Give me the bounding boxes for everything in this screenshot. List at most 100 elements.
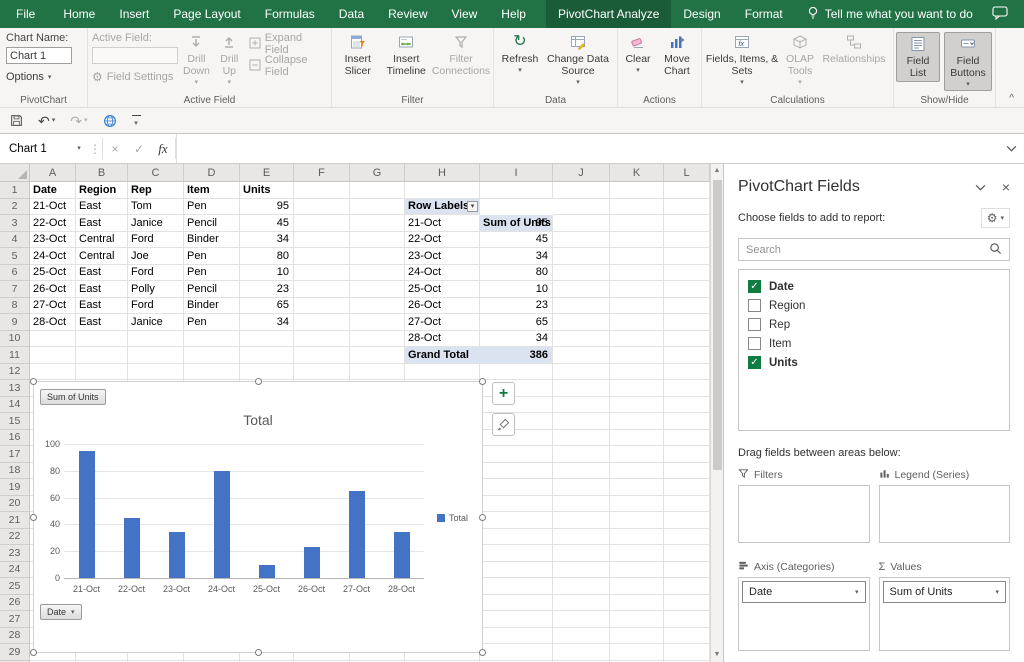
- cell-L14[interactable]: [664, 397, 710, 414]
- row-header-14[interactable]: 14: [0, 397, 30, 414]
- row-header-29[interactable]: 29: [0, 644, 30, 661]
- cell-I29[interactable]: [480, 644, 553, 661]
- cell-L3[interactable]: [664, 215, 710, 232]
- cell-K23[interactable]: [610, 545, 664, 562]
- cell-F12[interactable]: [294, 364, 350, 381]
- ribbon-tab-home[interactable]: Home: [51, 0, 107, 28]
- cell-L15[interactable]: [664, 413, 710, 430]
- cell-F1[interactable]: [294, 182, 350, 199]
- field-item-region[interactable]: Region: [748, 296, 1000, 315]
- cell-E8[interactable]: 65: [240, 298, 294, 315]
- row-header-13[interactable]: 13: [0, 380, 30, 397]
- cell-B10[interactable]: [76, 331, 128, 348]
- chart-legend[interactable]: Total: [437, 513, 468, 523]
- pane-options-chevron-icon[interactable]: [975, 184, 986, 191]
- cell-J22[interactable]: [553, 529, 610, 546]
- cell-E4[interactable]: 34: [240, 232, 294, 249]
- pivot-chart[interactable]: Sum of Units Total 02040608010021-Oct22-…: [33, 381, 483, 653]
- cell-K10[interactable]: [610, 331, 664, 348]
- cell-I20[interactable]: [480, 496, 553, 513]
- chart-resize-handle[interactable]: [30, 378, 37, 385]
- cell-J16[interactable]: [553, 430, 610, 447]
- cell-C3[interactable]: Janice: [128, 215, 184, 232]
- filters-drop-zone[interactable]: [738, 485, 870, 543]
- customize-quick-access-toolbar-button[interactable]: ▾: [132, 115, 141, 127]
- cell-I18[interactable]: [480, 463, 553, 480]
- chart-resize-handle[interactable]: [30, 514, 37, 521]
- cell-D9[interactable]: Pen: [184, 314, 240, 331]
- cell-C12[interactable]: [128, 364, 184, 381]
- cell-E2[interactable]: 95: [240, 199, 294, 216]
- cell-K19[interactable]: [610, 479, 664, 496]
- field-item-date[interactable]: ✓Date: [748, 277, 1000, 296]
- column-header-A[interactable]: A: [30, 164, 76, 182]
- column-header-C[interactable]: C: [128, 164, 184, 182]
- cell-A12[interactable]: [30, 364, 76, 381]
- cell-L17[interactable]: [664, 446, 710, 463]
- cell-J19[interactable]: [553, 479, 610, 496]
- bar-23-Oct[interactable]: [169, 532, 185, 578]
- cell-J25[interactable]: [553, 578, 610, 595]
- column-header-I[interactable]: I: [480, 164, 553, 182]
- collapse-field-button[interactable]: Collapse Field: [246, 57, 329, 75]
- cell-B3[interactable]: East: [76, 215, 128, 232]
- cell-K14[interactable]: [610, 397, 664, 414]
- cell-K28[interactable]: [610, 628, 664, 645]
- cell-I21[interactable]: [480, 512, 553, 529]
- cell-A1[interactable]: Date: [30, 182, 76, 199]
- chart-resize-handle[interactable]: [30, 649, 37, 656]
- column-header-J[interactable]: J: [553, 164, 610, 182]
- cell-L9[interactable]: [664, 314, 710, 331]
- ribbon-tab-page-layout[interactable]: Page Layout: [161, 0, 252, 28]
- cell-L11[interactable]: [664, 347, 710, 364]
- legend-drop-zone[interactable]: [879, 485, 1011, 543]
- name-box[interactable]: Chart 1: [0, 134, 70, 163]
- cell-G5[interactable]: [350, 248, 405, 265]
- cell-J23[interactable]: [553, 545, 610, 562]
- row-header-27[interactable]: 27: [0, 611, 30, 628]
- cell-K5[interactable]: [610, 248, 664, 265]
- column-header-E[interactable]: E: [240, 164, 294, 182]
- cell-I24[interactable]: [480, 562, 553, 579]
- ribbon-tab-data[interactable]: Data: [327, 0, 376, 28]
- field-checkbox-date[interactable]: ✓: [748, 280, 761, 293]
- cell-C10[interactable]: [128, 331, 184, 348]
- cell-L10[interactable]: [664, 331, 710, 348]
- cell-J20[interactable]: [553, 496, 610, 513]
- row-header-16[interactable]: 16: [0, 430, 30, 447]
- row-header-5[interactable]: 5: [0, 248, 30, 265]
- bar-24-Oct[interactable]: [214, 471, 230, 578]
- cell-L24[interactable]: [664, 562, 710, 579]
- cell-E11[interactable]: [240, 347, 294, 364]
- cell-H6[interactable]: 24-Oct: [405, 265, 480, 282]
- cell-A3[interactable]: 22-Oct: [30, 215, 76, 232]
- cell-L26[interactable]: [664, 595, 710, 612]
- cell-G6[interactable]: [350, 265, 405, 282]
- cell-G2[interactable]: [350, 199, 405, 216]
- cell-K13[interactable]: [610, 380, 664, 397]
- cell-C5[interactable]: Joe: [128, 248, 184, 265]
- values-drop-zone[interactable]: Sum of Units▾: [879, 577, 1011, 651]
- row-header-18[interactable]: 18: [0, 463, 30, 480]
- cell-K12[interactable]: [610, 364, 664, 381]
- cell-H11[interactable]: Grand Total: [405, 347, 480, 364]
- column-header-L[interactable]: L: [664, 164, 710, 182]
- cell-C8[interactable]: Ford: [128, 298, 184, 315]
- relationships-button[interactable]: Relationships: [820, 31, 888, 67]
- cell-C1[interactable]: Rep: [128, 182, 184, 199]
- chart-styles-button[interactable]: [492, 413, 515, 436]
- cell-E7[interactable]: 23: [240, 281, 294, 298]
- cell-L6[interactable]: [664, 265, 710, 282]
- cell-K22[interactable]: [610, 529, 664, 546]
- row-header-19[interactable]: 19: [0, 479, 30, 496]
- cell-I22[interactable]: [480, 529, 553, 546]
- column-header-D[interactable]: D: [184, 164, 240, 182]
- cell-I4[interactable]: 45: [480, 232, 553, 249]
- cell-K20[interactable]: [610, 496, 664, 513]
- select-all-corner[interactable]: [0, 164, 30, 182]
- cell-L2[interactable]: [664, 199, 710, 216]
- redo-button[interactable]: ↷▾: [70, 114, 87, 128]
- cell-H12[interactable]: [405, 364, 480, 381]
- cell-G10[interactable]: [350, 331, 405, 348]
- cell-J11[interactable]: [553, 347, 610, 364]
